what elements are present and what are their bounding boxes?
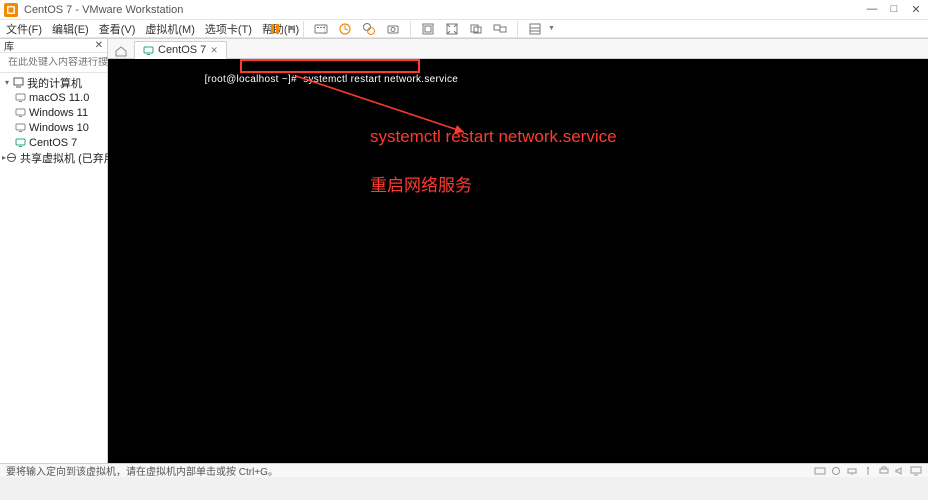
menu-file[interactable]: 文件(F) — [6, 21, 42, 37]
tree-label: Windows 10 — [29, 122, 89, 134]
guest-terminal[interactable]: [root@localhost ~]# systemctl restart ne… — [108, 59, 928, 463]
tab-centos7[interactable]: CentOS 7 ✕ — [134, 41, 227, 59]
vm-icon — [14, 107, 26, 119]
fit-guest-button[interactable] — [419, 20, 437, 38]
document-tabs: CentOS 7 ✕ — [108, 39, 928, 59]
window-minimize-button[interactable]: — — [864, 3, 880, 16]
library-dropdown-icon[interactable]: ▼ — [548, 25, 555, 32]
screenshot-button[interactable] — [384, 20, 402, 38]
vmware-app-icon — [4, 3, 18, 17]
host-icon — [12, 77, 24, 89]
fullscreen-button[interactable] — [443, 20, 461, 38]
tree-label: CentOS 7 — [29, 137, 77, 149]
sidebar-title: 库 — [4, 38, 14, 53]
snapshot-manager-button[interactable] — [360, 20, 378, 38]
device-printer-icon[interactable] — [878, 466, 890, 476]
tree-root-shared-vms[interactable]: ▸ 共享虚拟机 (已弃用) — [0, 150, 107, 165]
library-button[interactable] — [526, 20, 544, 38]
device-hdd-icon[interactable] — [814, 466, 826, 476]
window-controls: — □ ✕ — [864, 3, 924, 16]
window-maximize-button[interactable]: □ — [886, 3, 902, 16]
status-bar: 要将输入定向到该虚拟机，请在虚拟机内部单击或按 Ctrl+G。 — [0, 463, 928, 477]
device-display-icon[interactable] — [910, 466, 922, 476]
tree-vm-macos[interactable]: macOS 11.0 — [0, 90, 107, 105]
shared-icon — [6, 152, 17, 164]
menu-view[interactable]: 查看(V) — [99, 21, 136, 37]
device-network-icon[interactable] — [846, 466, 858, 476]
annotation-text-1: systemctl restart network.service — [370, 127, 617, 147]
vm-icon — [14, 137, 26, 149]
sidebar-header: 库 ✕ — [0, 39, 107, 53]
unity-button[interactable] — [467, 20, 485, 38]
tab-close-button[interactable]: ✕ — [210, 45, 218, 56]
status-text: 要将输入定向到该虚拟机，请在虚拟机内部单击或按 Ctrl+G。 — [6, 463, 278, 478]
tree-label: Windows 11 — [29, 107, 88, 119]
vm-icon — [14, 122, 26, 134]
device-usb-icon[interactable] — [862, 466, 874, 476]
status-device-icons — [814, 466, 922, 476]
terminal-line: [root@localhost ~]# systemctl restart ne… — [154, 63, 458, 96]
vm-tree: ▾ 我的计算机 macOS 11.0 Windows 11 Windows 10… — [0, 73, 107, 167]
tree-label: 我的计算机 — [27, 75, 82, 91]
tree-label: macOS 11.0 — [29, 92, 89, 104]
send-ctrl-alt-del-button[interactable] — [312, 20, 330, 38]
tree-root-my-computer[interactable]: ▾ 我的计算机 — [0, 75, 107, 90]
menu-vm[interactable]: 虚拟机(M) — [145, 21, 195, 37]
power-dropdown-icon[interactable]: ▼ — [288, 25, 295, 32]
toolbar: ▼ ▼ — [260, 19, 928, 38]
tree-label: 共享虚拟机 (已弃用) — [20, 150, 118, 166]
tree-vm-centos7[interactable]: CentOS 7 — [0, 135, 107, 150]
tree-vm-win11[interactable]: Windows 11 — [0, 105, 107, 120]
terminal-command: systemctl restart network.service — [303, 74, 458, 85]
main-area: CentOS 7 ✕ [root@localhost ~]# systemctl… — [108, 39, 928, 463]
menu-edit[interactable]: 编辑(E) — [52, 21, 89, 37]
window-titlebar: CentOS 7 - VMware Workstation — □ ✕ — [0, 0, 928, 20]
vm-icon — [14, 92, 26, 104]
multi-monitor-button[interactable] — [491, 20, 509, 38]
main-body: 库 ✕ ▼ ▾ 我的计算机 macOS 11.0 Windows 11 — [0, 39, 928, 463]
snapshot-button[interactable] — [336, 20, 354, 38]
annotation-text-2: 重启网络服务 — [370, 171, 472, 196]
pause-button[interactable] — [266, 20, 284, 38]
home-tab-icon[interactable] — [114, 44, 128, 58]
vm-icon — [143, 45, 154, 56]
sidebar-close-button[interactable]: ✕ — [95, 40, 103, 51]
tree-expand-icon[interactable]: ▾ — [2, 78, 12, 87]
tree-vm-win10[interactable]: Windows 10 — [0, 120, 107, 135]
window-close-button[interactable]: ✕ — [908, 3, 924, 16]
device-sound-icon[interactable] — [894, 466, 906, 476]
menu-tabs[interactable]: 选项卡(T) — [205, 21, 252, 37]
terminal-prompt: [root@localhost ~]# — [205, 74, 297, 85]
tab-label: CentOS 7 — [158, 44, 206, 56]
library-sidebar: 库 ✕ ▼ ▾ 我的计算机 macOS 11.0 Windows 11 — [0, 39, 108, 463]
device-cd-icon[interactable] — [830, 466, 842, 476]
sidebar-search: ▼ — [0, 53, 107, 73]
window-title: CentOS 7 - VMware Workstation — [24, 4, 864, 16]
